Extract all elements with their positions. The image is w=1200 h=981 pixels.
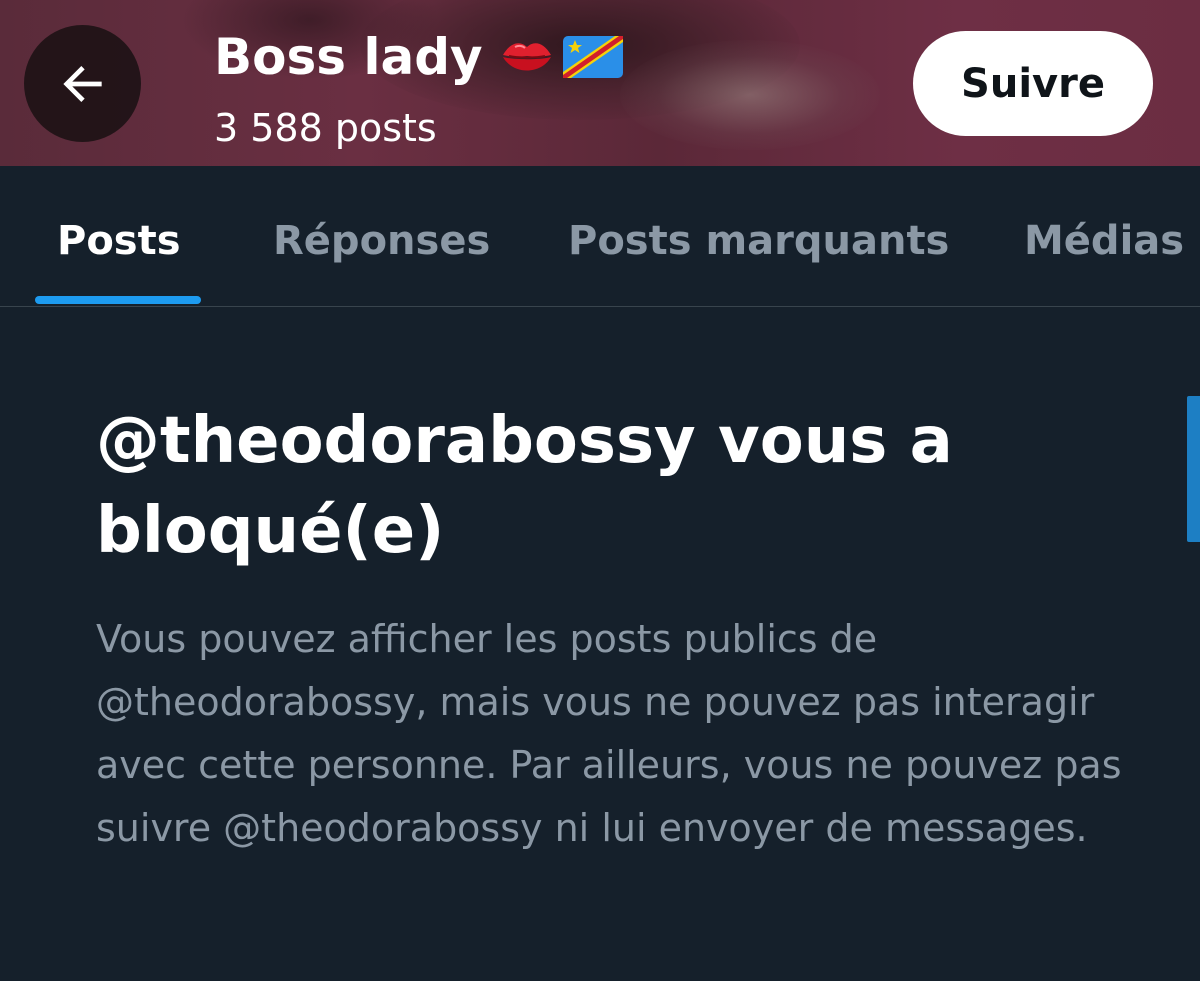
profile-display-name-row: Boss lady <box>214 26 625 88</box>
flag-congo-drc-emoji-icon <box>562 36 623 78</box>
lips-emoji-icon <box>502 43 551 71</box>
active-tab-indicator <box>35 296 201 304</box>
post-count: 3 588 posts <box>214 106 437 150</box>
profile-page: Boss lady 3 588 posts Suivre Posts Répon… <box>0 0 1200 981</box>
arrow-left-icon <box>62 65 102 102</box>
banner-highlight <box>620 40 880 150</box>
tab-posts[interactable]: Posts <box>57 166 181 306</box>
name-emojis <box>499 32 625 82</box>
tab-replies[interactable]: Réponses <box>273 166 490 306</box>
tab-highlights[interactable]: Posts marquants <box>568 166 949 306</box>
profile-tabs: Posts Réponses Posts marquants Médias <box>0 166 1200 307</box>
tab-media[interactable]: Médias <box>1024 166 1184 306</box>
follow-button[interactable]: Suivre <box>913 31 1153 136</box>
back-button[interactable] <box>24 25 141 142</box>
blocked-title: @theodorabossy vous a bloqué(e) <box>96 404 953 568</box>
scrollbar-thumb[interactable] <box>1187 396 1200 542</box>
blocked-description: Vous pouvez afficher les posts publics d… <box>96 617 1122 850</box>
profile-header: Boss lady 3 588 posts Suivre <box>0 0 1200 166</box>
profile-display-name: Boss lady <box>214 28 483 86</box>
